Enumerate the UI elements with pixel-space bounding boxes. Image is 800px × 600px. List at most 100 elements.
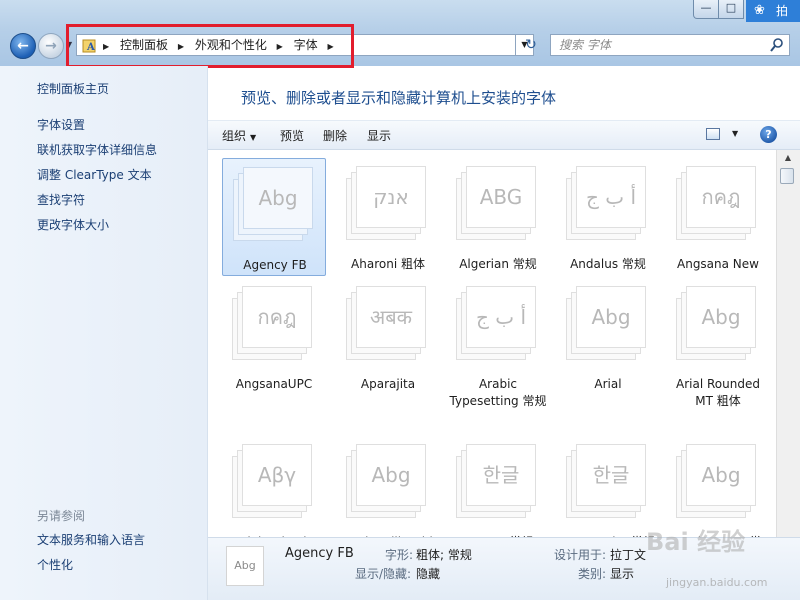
see-also-heading: 另请参阅 — [37, 509, 86, 523]
font-tile[interactable]: AbgBauhaus 93 常 — [666, 436, 770, 537]
font-sample-glyph: กคฎ — [701, 185, 741, 209]
font-file-icon: 한글 — [566, 444, 652, 520]
back-button[interactable]: ← — [10, 33, 36, 59]
designed-for-label: 设计用于: — [554, 548, 607, 562]
maximize-button[interactable]: □ — [718, 0, 744, 19]
font-tile[interactable]: أ ب ج Andalus 常规 — [556, 158, 660, 276]
font-file-icon: Abg — [233, 167, 319, 243]
font-sample-glyph: Abg — [258, 186, 298, 210]
font-file-icon: Abg — [676, 286, 762, 362]
vertical-scrollbar[interactable]: ▲ — [776, 150, 800, 537]
font-tile[interactable]: 한글BatangChe 常规 — [556, 436, 660, 537]
show-button[interactable]: 显示 — [367, 127, 391, 144]
adjust-cleartype-link[interactable]: 调整 ClearType 文本 — [37, 166, 152, 183]
text-services-link[interactable]: 文本服务和输入语言 — [37, 531, 145, 548]
font-sample-glyph: 한글 — [482, 463, 520, 487]
designed-for-value: 拉丁文 — [610, 548, 647, 562]
font-name-label: Andalus 常规 — [570, 257, 646, 271]
font-tile[interactable]: ΑβγArial Unicode — [222, 436, 326, 537]
arrow-right-icon: → — [45, 38, 57, 54]
help-icon[interactable]: ? — [760, 126, 777, 143]
navigation-pane: 控制面板主页 字体设置 联机获取字体详细信息 调整 ClearType 文本 查… — [0, 66, 208, 600]
search-placeholder: 搜索 字体 — [559, 38, 611, 52]
category-label: 类别: — [578, 567, 607, 581]
font-style-value: 粗体; 常规 — [416, 548, 472, 562]
view-options-dropdown[interactable]: ▼ — [732, 129, 738, 138]
font-tile[interactable]: กคฎ Angsana New — [666, 158, 770, 276]
font-tile[interactable]: AbgBaskerville Old — [336, 436, 440, 537]
forward-button[interactable]: → — [38, 33, 64, 59]
control-panel-home-link[interactable]: 控制面板主页 — [37, 80, 109, 97]
show-hide-value: 隐藏 — [416, 567, 441, 581]
font-thumbnail-glyph: Abg — [234, 559, 256, 572]
background-tab-text — [330, 0, 690, 24]
font-file-icon: ABG — [456, 166, 542, 242]
command-bar: 组织 ▼ 预览 删除 显示 ▼ ? — [208, 120, 800, 150]
page-heading: 预览、删除或者显示和隐藏计算机上安装的字体 — [241, 89, 557, 107]
search-icon[interactable] — [769, 37, 785, 53]
font-sample-glyph: أ ب ج — [475, 305, 526, 329]
arrow-left-icon: ← — [17, 38, 29, 54]
font-file-icon: אנק — [346, 166, 432, 242]
change-font-size-link[interactable]: 更改字体大小 — [37, 216, 109, 233]
font-name-label: Aparajita — [360, 377, 416, 391]
font-tile[interactable]: Abg Arial — [556, 278, 660, 396]
font-file-icon: Abg — [676, 444, 762, 520]
preview-button[interactable]: 预览 — [280, 127, 304, 144]
font-sample-glyph: 한글 — [592, 463, 630, 487]
organize-label: 组织 — [222, 129, 247, 143]
font-tile[interactable]: أ ب ج Arabic Typesetting 常规 — [446, 278, 550, 408]
font-name-label: Algerian 常规 — [459, 257, 537, 271]
font-tile[interactable]: אנק Aharoni 粗体 — [336, 158, 440, 276]
font-sample-glyph: Abg — [591, 305, 631, 329]
baidu-tab[interactable]: ❀ 拍 — [746, 0, 800, 22]
font-sample-glyph: أ ب ج — [585, 185, 636, 209]
minimize-button[interactable]: — — [693, 0, 719, 19]
maximize-icon: □ — [725, 1, 737, 14]
selected-font-name: Agency FB — [285, 546, 354, 561]
refresh-icon[interactable]: ↻ — [518, 34, 544, 56]
font-tile[interactable]: ABG Algerian 常规 — [446, 158, 550, 276]
font-tile[interactable]: กคฎ AngsanaUPC — [222, 278, 326, 396]
font-file-icon: กคฎ — [232, 286, 318, 362]
get-font-info-online-link[interactable]: 联机获取字体详细信息 — [37, 141, 157, 158]
find-character-link[interactable]: 查找字符 — [37, 191, 85, 208]
personalization-link[interactable]: 个性化 — [37, 556, 73, 573]
font-sample-glyph: กคฎ — [257, 305, 297, 329]
font-file-icon: أ ب ج — [456, 286, 542, 362]
font-settings-link[interactable]: 字体设置 — [37, 116, 85, 133]
font-sample-glyph: אנק — [373, 185, 409, 209]
search-input[interactable]: 搜索 字体 — [550, 34, 790, 56]
font-tile[interactable]: Abg Arial Rounded MT 粗体 — [666, 278, 770, 408]
font-tile[interactable]: Abg Agency FB — [222, 158, 326, 276]
font-file-icon: أ ب ج — [566, 166, 652, 242]
font-style-label: 字形: — [385, 548, 414, 562]
font-file-icon: अबक — [346, 286, 432, 362]
minimize-icon: — — [700, 1, 712, 14]
font-file-icon: 한글 — [456, 444, 542, 520]
font-sample-glyph: ABG — [479, 185, 523, 209]
organize-menu[interactable]: 组织 ▼ — [222, 127, 256, 144]
scroll-up-icon[interactable]: ▲ — [777, 150, 799, 166]
font-grid: Abg Agency FB אנק Aharoni 粗体 ABG Algerian 常规 أ… — [208, 150, 776, 537]
font-name-label: Arial Rounded MT 粗体 — [676, 377, 760, 408]
font-sample-glyph: Αβγ — [257, 463, 297, 487]
details-pane: Abg Agency FB 字形: 粗体; 常规 显示/隐藏: 隐藏 设计用于:… — [208, 537, 800, 600]
chevron-down-icon: ▼ — [250, 133, 257, 142]
font-sample-glyph: अबक — [369, 305, 413, 329]
font-tile[interactable]: 한글Batang 常规 — [446, 436, 550, 537]
scroll-thumb[interactable] — [780, 168, 794, 184]
font-name-label: Arabic Typesetting 常规 — [449, 377, 547, 408]
font-tile[interactable]: अबक Aparajita — [336, 278, 440, 396]
delete-button[interactable]: 删除 — [323, 127, 347, 144]
font-file-icon: Abg — [346, 444, 432, 520]
font-thumbnail: Abg — [226, 546, 264, 586]
font-name-label: Angsana New — [677, 257, 759, 271]
font-file-icon: กคฎ — [676, 166, 762, 242]
baidu-tab-label: 拍 — [776, 4, 789, 18]
change-view-icon[interactable] — [706, 128, 720, 140]
font-sample-glyph: Abg — [701, 305, 741, 329]
font-file-icon: Αβγ — [232, 444, 318, 520]
font-name-label: Agency FB — [243, 258, 307, 272]
highlight-annotation-box — [66, 24, 354, 68]
